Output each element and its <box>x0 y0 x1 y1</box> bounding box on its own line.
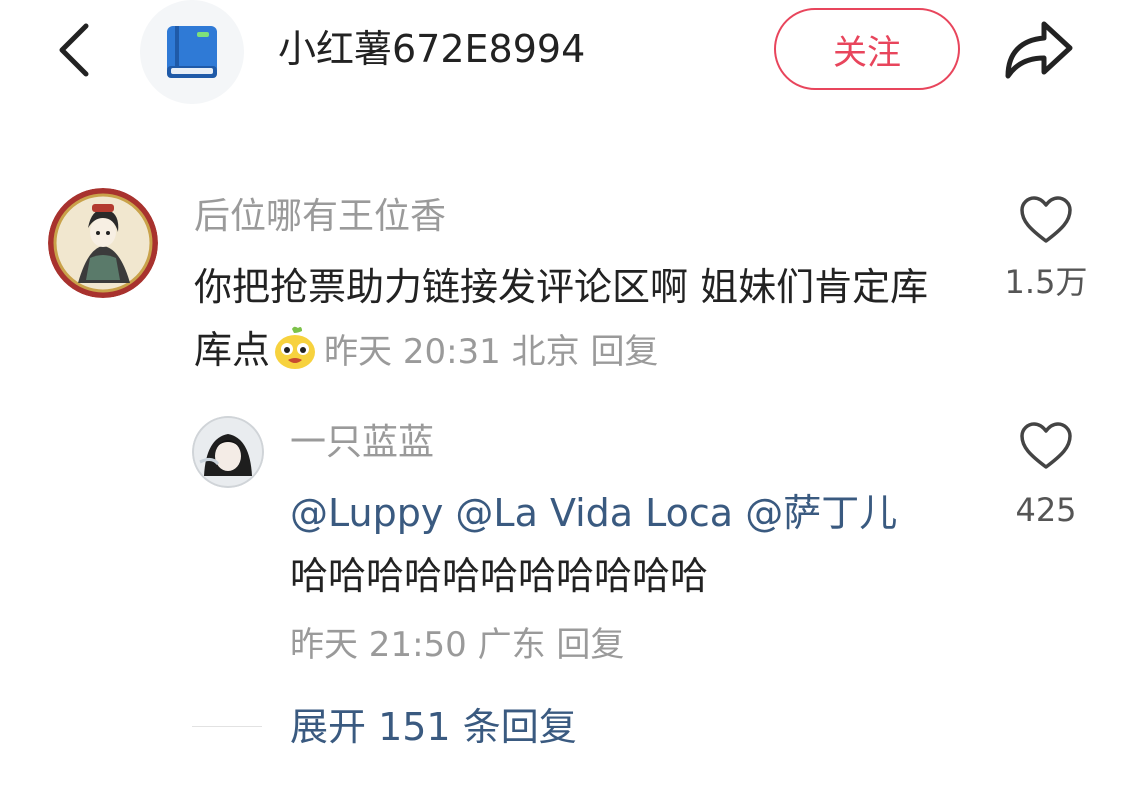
emoji-sticker-icon <box>275 326 316 369</box>
expand-replies-link[interactable]: 展开 151 条回复 <box>290 702 577 752</box>
share-icon[interactable] <box>1000 14 1076 84</box>
commenter-username[interactable]: 后位哪有王位香 <box>194 194 446 240</box>
reply-like-count: 425 <box>1015 491 1077 529</box>
mention-link[interactable]: @Luppy <box>290 491 443 535</box>
reply-username[interactable]: 一只蓝蓝 <box>290 420 434 466</box>
comment-time: 昨天 20:31 <box>324 332 501 372</box>
reply-text: 哈哈哈哈哈哈哈哈哈哈哈 <box>290 554 709 598</box>
mention-link[interactable]: @萨丁儿 <box>745 491 897 535</box>
reply-reply-button[interactable]: 回复 <box>556 625 624 665</box>
back-icon[interactable] <box>52 20 96 80</box>
comment-reply-button[interactable]: 回复 <box>590 332 658 372</box>
reply-time: 昨天 21:50 <box>290 625 467 665</box>
mention-link[interactable]: @La Vida Loca <box>455 491 733 535</box>
comment-content: 你把抢票助力链接发评论区啊 姐妹们肯定库库点 昨天 20:31 北京 回复 <box>194 256 954 384</box>
heart-icon[interactable] <box>1018 194 1074 246</box>
commenter-avatar[interactable] <box>48 188 158 298</box>
comment-like-count: 1.5万 <box>1004 263 1088 301</box>
divider <box>192 726 262 727</box>
notebook-icon <box>167 26 217 78</box>
heart-icon[interactable] <box>1018 420 1074 472</box>
reply-content: @Luppy @La Vida Loca @萨丁儿 哈哈哈哈哈哈哈哈哈哈哈 <box>290 482 970 608</box>
author-name[interactable]: 小红薯672E8994 <box>278 24 585 74</box>
comment-location: 北京 <box>511 332 580 372</box>
reply-location: 广东 <box>477 625 546 665</box>
reply-avatar[interactable] <box>192 416 264 488</box>
follow-button[interactable]: 关注 <box>774 8 960 90</box>
author-avatar[interactable] <box>140 0 244 104</box>
reply-meta: 昨天 21:50 广东 回复 <box>290 622 624 668</box>
